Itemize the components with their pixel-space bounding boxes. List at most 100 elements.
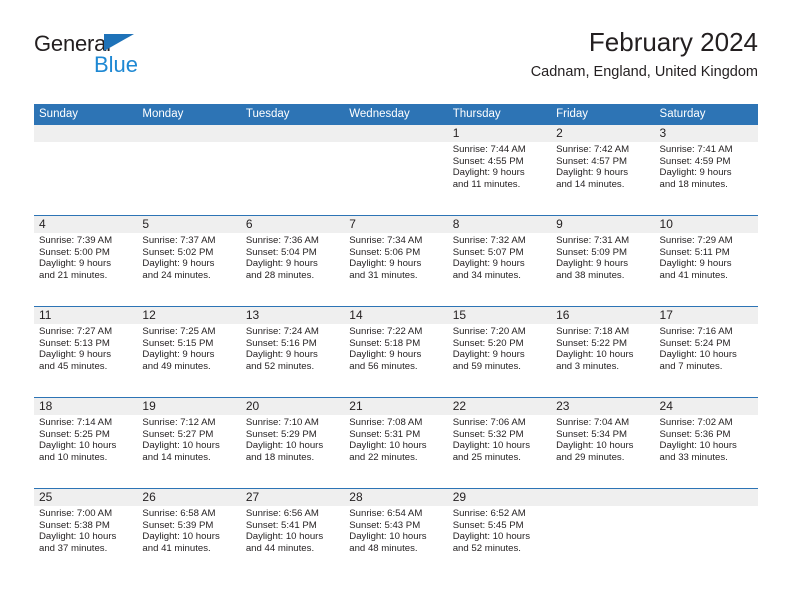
day-cell[interactable]: 10 Sunrise: 7:29 AM Sunset: 5:11 PM Dayligh… <box>655 216 758 306</box>
day-number: 18 <box>39 399 53 413</box>
sunset-time: Sunset: 5:06 PM <box>349 246 421 258</box>
weekday-header-friday: Friday <box>556 108 589 120</box>
sunset-time: Sunset: 5:25 PM <box>39 428 110 440</box>
daylight-duration-line1: Daylight: 9 hours <box>142 349 215 361</box>
day-cell[interactable]: 19 Sunrise: 7:12 AM Sunset: 5:27 PM Dayligh… <box>137 398 240 488</box>
calendar-week-cells: 18 Sunrise: 7:14 AM Sunset: 5:25 PM Dayligh… <box>34 398 758 488</box>
day-number: 17 <box>659 308 673 322</box>
sunset-time: Sunset: 5:07 PM <box>452 246 524 258</box>
daylight-duration-line2: and 56 minutes. <box>349 360 418 372</box>
sunset-time: Sunset: 5:13 PM <box>39 337 110 349</box>
day-number: 6 <box>245 217 253 231</box>
sunrise-time: Sunrise: 7:14 AM <box>39 417 113 428</box>
day-cell[interactable]: 13 Sunrise: 7:24 AM Sunset: 5:16 PM Dayligh… <box>241 307 344 397</box>
calendar-week-cells: 4 Sunrise: 7:39 AM Sunset: 5:00 PM Daylight… <box>34 216 758 306</box>
day-cell[interactable]: 29 Sunrise: 6:52 AM Sunset: 5:45 PM Dayligh… <box>448 489 551 579</box>
sunrise-time: Sunrise: 7:29 AM <box>659 235 733 246</box>
sunrise-time: Sunrise: 7:18 AM <box>556 326 630 337</box>
day-cell[interactable]: 15 Sunrise: 7:20 AM Sunset: 5:20 PM Dayligh… <box>448 307 551 397</box>
sunrise-time: Sunrise: 7:06 AM <box>452 417 526 428</box>
page-subtitle-location: Cadnam, England, United Kingdom <box>530 64 758 80</box>
sunrise-time: Sunrise: 7:41 AM <box>659 144 733 155</box>
day-cell[interactable]: 28 Sunrise: 6:54 AM Sunset: 5:43 PM Dayligh… <box>344 489 447 579</box>
sunrise-time: Sunrise: 7:20 AM <box>452 326 526 337</box>
day-cell[interactable]: 12 Sunrise: 7:25 AM Sunset: 5:15 PM Dayligh… <box>137 307 240 397</box>
day-cell-empty <box>344 125 447 215</box>
day-sun-info: Sunrise: 7:24 AM Sunset: 5:16 PM Daylight:… <box>246 326 344 372</box>
day-cell[interactable]: 17 Sunrise: 7:16 AM Sunset: 5:24 PM Dayligh… <box>655 307 758 397</box>
sunrise-time: Sunrise: 7:25 AM <box>142 326 216 337</box>
sunrise-time: Sunrise: 7:39 AM <box>39 235 113 246</box>
day-sun-info: Sunrise: 7:14 AM Sunset: 5:25 PM Daylight:… <box>39 417 137 463</box>
day-sun-info: Sunrise: 7:02 AM Sunset: 5:36 PM Daylight:… <box>660 417 758 463</box>
daylight-duration-line2: and 41 minutes. <box>142 542 211 554</box>
day-cell[interactable]: 20 Sunrise: 7:10 AM Sunset: 5:29 PM Dayligh… <box>241 398 344 488</box>
daylight-duration-line1: Daylight: 10 hours <box>39 531 117 543</box>
daylight-duration-line2: and 31 minutes. <box>349 269 418 281</box>
day-number: 23 <box>556 399 570 413</box>
daylight-duration-line1: Daylight: 10 hours <box>349 531 427 543</box>
day-number: 27 <box>245 490 260 504</box>
daylight-duration-line1: Daylight: 10 hours <box>142 440 220 452</box>
daylight-duration-line2: and 52 minutes. <box>245 360 315 372</box>
day-cell[interactable]: 5 Sunrise: 7:37 AM Sunset: 5:02 PM Daylight… <box>137 216 240 306</box>
day-cell[interactable]: 22 Sunrise: 7:06 AM Sunset: 5:32 PM Dayligh… <box>448 398 551 488</box>
sunset-time: Sunset: 5:45 PM <box>452 519 524 531</box>
day-cell-empty <box>551 489 654 579</box>
daylight-duration-line1: Daylight: 10 hours <box>349 440 427 452</box>
daylight-duration-line1: Daylight: 9 hours <box>142 258 215 270</box>
day-number: 28 <box>349 490 363 504</box>
calendar-week-cells: 25 Sunrise: 7:00 AM Sunset: 5:38 PM Dayligh… <box>34 489 758 579</box>
sunrise-time: Sunrise: 7:42 AM <box>556 144 630 155</box>
daylight-duration-line2: and 21 minutes. <box>39 269 108 281</box>
generalblue-logo[interactable]: General Blue <box>34 32 214 88</box>
daylight-duration-line2: and 7 minutes. <box>659 360 723 372</box>
day-number: 5 <box>142 217 150 231</box>
daylight-duration-line2: and 37 minutes. <box>39 542 108 554</box>
daylight-duration-line2: and 18 minutes. <box>659 178 728 190</box>
weekday-header-thursday: Thursday <box>452 108 501 120</box>
daylight-duration-line2: and 11 minutes. <box>452 178 521 190</box>
sunset-time: Sunset: 5:02 PM <box>142 246 214 258</box>
day-number: 10 <box>659 217 673 231</box>
calendar-grid: Sunday Monday Tuesday Wednesday Thursday… <box>34 104 758 579</box>
day-cell[interactable]: 2 Sunrise: 7:42 AM Sunset: 4:57 PM Daylight… <box>551 125 654 215</box>
day-cell[interactable]: 18 Sunrise: 7:14 AM Sunset: 5:25 PM Dayligh… <box>34 398 137 488</box>
day-cell[interactable]: 4 Sunrise: 7:39 AM Sunset: 5:00 PM Daylight… <box>34 216 137 306</box>
weekday-header-row: Sunday Monday Tuesday Wednesday Thursday… <box>34 104 758 125</box>
day-cell[interactable]: 8 Sunrise: 7:32 AM Sunset: 5:07 PM Daylight… <box>448 216 551 306</box>
day-number: 20 <box>245 399 260 413</box>
day-sun-info: Sunrise: 7:16 AM Sunset: 5:24 PM Daylight:… <box>660 326 758 372</box>
day-number: 16 <box>556 308 570 322</box>
daylight-duration-line2: and 22 minutes. <box>349 451 418 463</box>
day-cell[interactable]: 23 Sunrise: 7:04 AM Sunset: 5:34 PM Dayligh… <box>551 398 654 488</box>
sunset-time: Sunset: 4:59 PM <box>659 155 731 167</box>
day-cell[interactable]: 6 Sunrise: 7:36 AM Sunset: 5:04 PM Daylight… <box>241 216 344 306</box>
day-cell[interactable]: 25 Sunrise: 7:00 AM Sunset: 5:38 PM Dayligh… <box>34 489 137 579</box>
sunset-time: Sunset: 5:43 PM <box>349 519 421 531</box>
day-cell[interactable]: 1 Sunrise: 7:44 AM Sunset: 4:55 PM Daylight… <box>448 125 551 215</box>
day-number: 29 <box>452 490 467 504</box>
day-cell[interactable]: 16 Sunrise: 7:18 AM Sunset: 5:22 PM Dayligh… <box>551 307 654 397</box>
day-sun-info: Sunrise: 7:06 AM Sunset: 5:32 PM Daylight:… <box>453 417 551 463</box>
sunrise-time: Sunrise: 7:32 AM <box>452 235 526 246</box>
day-cell[interactable]: 26 Sunrise: 6:58 AM Sunset: 5:39 PM Dayligh… <box>137 489 240 579</box>
day-cell[interactable]: 9 Sunrise: 7:31 AM Sunset: 5:09 PM Daylight… <box>551 216 654 306</box>
sunrise-time: Sunrise: 7:04 AM <box>556 417 630 428</box>
day-cell[interactable]: 14 Sunrise: 7:22 AM Sunset: 5:18 PM Dayligh… <box>344 307 447 397</box>
day-cell[interactable]: 27 Sunrise: 6:56 AM Sunset: 5:41 PM Dayligh… <box>241 489 344 579</box>
daylight-duration-line1: Daylight: 9 hours <box>659 167 732 179</box>
sunset-time: Sunset: 5:31 PM <box>349 428 421 440</box>
day-cell[interactable]: 24 Sunrise: 7:02 AM Sunset: 5:36 PM Dayligh… <box>655 398 758 488</box>
daylight-duration-line1: Daylight: 9 hours <box>349 258 422 270</box>
day-cell[interactable]: 21 Sunrise: 7:08 AM Sunset: 5:31 PM Dayligh… <box>344 398 447 488</box>
day-cell[interactable]: 11 Sunrise: 7:27 AM Sunset: 5:13 PM Dayligh… <box>34 307 137 397</box>
daylight-duration-line1: Daylight: 9 hours <box>659 258 732 270</box>
day-cell[interactable]: 3 Sunrise: 7:41 AM Sunset: 4:59 PM Daylight… <box>655 125 758 215</box>
sunrise-time: Sunrise: 6:56 AM <box>245 508 319 519</box>
day-sun-info: Sunrise: 6:52 AM Sunset: 5:45 PM Daylight:… <box>453 508 551 554</box>
day-sun-info: Sunrise: 6:58 AM Sunset: 5:39 PM Daylight:… <box>142 508 240 554</box>
sunset-time: Sunset: 5:09 PM <box>556 246 628 258</box>
daylight-duration-line1: Daylight: 10 hours <box>659 349 737 361</box>
day-cell[interactable]: 7 Sunrise: 7:34 AM Sunset: 5:06 PM Daylight… <box>344 216 447 306</box>
